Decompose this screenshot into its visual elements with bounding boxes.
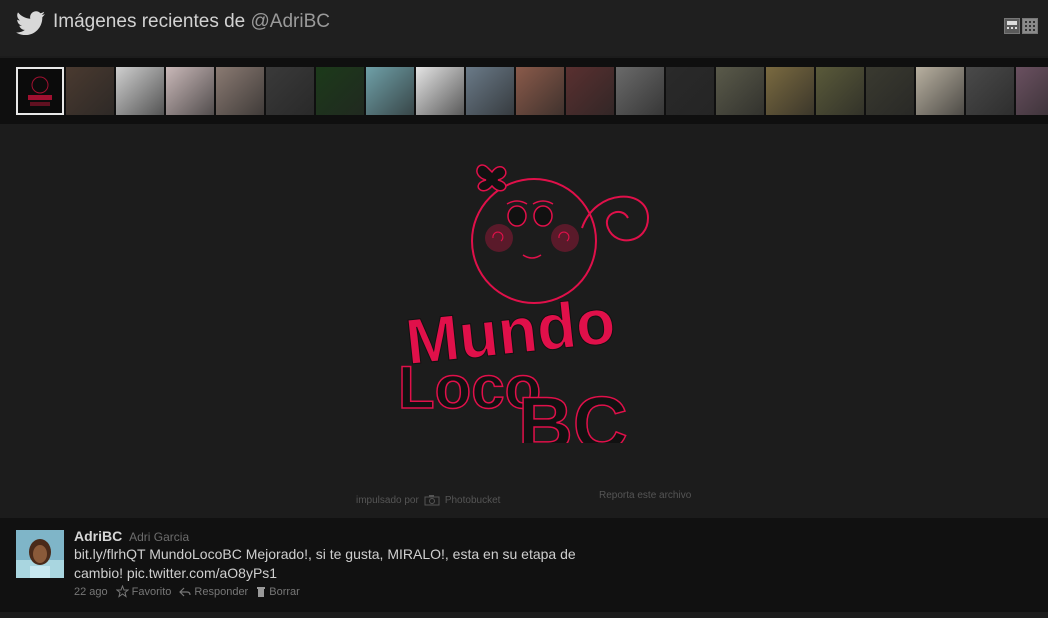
mundolocobc-logo-image[interactable]: Mundo Loco BC bbox=[386, 158, 666, 443]
thumbnail-item[interactable] bbox=[566, 67, 614, 115]
tweet-text: bit.ly/flrhQT MundoLocoBC Mejorado!, si … bbox=[74, 546, 576, 581]
view-toggle bbox=[1004, 18, 1040, 36]
thumbnail-item[interactable] bbox=[666, 67, 714, 115]
powered-by-label: impulsado por bbox=[356, 494, 419, 506]
list-view-button[interactable] bbox=[1004, 18, 1020, 34]
thumbnail-item[interactable] bbox=[66, 67, 114, 115]
thumbnail-item[interactable] bbox=[366, 67, 414, 115]
powered-by-brand-link[interactable]: Photobucket bbox=[445, 495, 501, 506]
thumbnail-item[interactable] bbox=[516, 67, 564, 115]
twitter-bird-icon bbox=[16, 11, 45, 35]
reply-button[interactable]: Responder bbox=[179, 586, 248, 598]
title-prefix: Imágenes recientes de bbox=[53, 11, 251, 32]
list-view-icon bbox=[1007, 21, 1017, 29]
tweet-display-name: Adri Garcia bbox=[129, 530, 190, 544]
powered-by: impulsado por Photobucket bbox=[356, 494, 500, 506]
reply-label: Responder bbox=[194, 585, 249, 598]
avatar[interactable] bbox=[16, 530, 64, 578]
thumbnail-item[interactable] bbox=[416, 67, 464, 115]
camera-icon bbox=[424, 495, 440, 506]
grid-view-icon bbox=[1025, 21, 1035, 31]
tweet-time[interactable]: 22 ago bbox=[74, 586, 108, 598]
thumbnail-item[interactable] bbox=[1016, 67, 1048, 115]
thumbnail-list bbox=[16, 67, 1048, 115]
thumbnail-item[interactable] bbox=[166, 67, 214, 115]
thumbnail-logo-icon bbox=[28, 76, 52, 106]
trash-icon bbox=[257, 587, 266, 597]
thumbnail-item[interactable] bbox=[916, 67, 964, 115]
bottom-bar bbox=[0, 612, 1048, 618]
favorite-button[interactable]: Favorito bbox=[115, 585, 172, 598]
image-viewer: Mundo Loco BC impulsado por Photobucket … bbox=[0, 124, 1048, 518]
delete-label: Borrar bbox=[269, 585, 300, 598]
logo-text-bc: BC bbox=[518, 382, 628, 443]
thumbnail-item[interactable] bbox=[216, 67, 264, 115]
thumbnail-item[interactable] bbox=[316, 67, 364, 115]
header: Imágenes recientes de @AdriBC bbox=[0, 0, 1048, 56]
thumbnail-item[interactable] bbox=[816, 67, 864, 115]
thumbnail-item[interactable] bbox=[866, 67, 914, 115]
favorite-label: Favorito bbox=[131, 585, 172, 598]
page-title: Imágenes recientes de @AdriBC bbox=[53, 11, 330, 33]
report-link[interactable]: Reporta este archivo bbox=[599, 490, 691, 501]
reply-icon bbox=[179, 587, 192, 596]
delete-button[interactable]: Borrar bbox=[256, 586, 300, 598]
title-handle[interactable]: @AdriBC bbox=[251, 11, 330, 32]
tweet-card: AdriBC Adri Garcia bit.ly/flrhQT MundoLo… bbox=[0, 518, 1048, 612]
avatar-image bbox=[16, 530, 64, 578]
grid-view-button[interactable] bbox=[1022, 18, 1038, 34]
thumbnail-item[interactable] bbox=[466, 67, 514, 115]
star-icon bbox=[115, 585, 129, 598]
thumbnail-item[interactable] bbox=[716, 67, 764, 115]
thumbnail-item[interactable] bbox=[266, 67, 314, 115]
thumbnail-item[interactable] bbox=[16, 67, 64, 115]
tweet-header: AdriBC Adri Garcia bbox=[74, 528, 189, 544]
thumbnail-item[interactable] bbox=[116, 67, 164, 115]
tweet-actions: 22 ago Favorito Responder Borrar bbox=[74, 585, 300, 598]
thumbnail-item[interactable] bbox=[616, 67, 664, 115]
tweet-username[interactable]: AdriBC bbox=[74, 528, 122, 544]
thumbnail-item[interactable] bbox=[966, 67, 1014, 115]
thumbnail-strip bbox=[0, 58, 1048, 124]
thumbnail-item[interactable] bbox=[766, 67, 814, 115]
